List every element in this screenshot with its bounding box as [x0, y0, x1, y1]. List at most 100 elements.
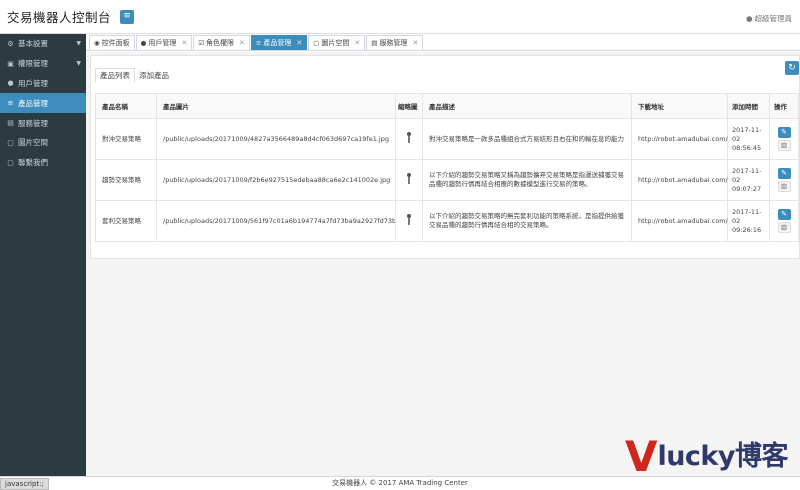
- user-icon: ●: [7, 79, 14, 88]
- tab-services[interactable]: ▤ 服務管理 ✕: [366, 35, 424, 50]
- column-header: 下載地址: [631, 93, 728, 119]
- close-icon[interactable]: ✕: [239, 39, 245, 47]
- sidebar-item-users[interactable]: ● 用戶管理: [0, 74, 86, 94]
- image-icon: ▢: [313, 39, 320, 47]
- product-subtabs: 產品列表 添加產品: [95, 68, 173, 83]
- trash-icon: ▥: [780, 141, 788, 149]
- product-table: 產品名稱 產品圖片 縮略圖 產品描述 下載地址 添加時間 操作 對沖交易策略 /…: [95, 93, 799, 242]
- watermark-logo: V lucky博客: [624, 432, 789, 481]
- sidebar-item-label: 基本設置: [18, 39, 48, 49]
- download-url: http://robot.amadubai.com/: [631, 118, 728, 160]
- product-thumbnail: [395, 118, 423, 160]
- page-tabs: ◉ 控件面板 ● 用戶管理 ✕ ☑ 角色權限 ✕ ≡ 產品管理 ✕ ▢ 圖片空間…: [86, 34, 800, 51]
- user-name: 超級管理員: [754, 14, 793, 23]
- pencil-icon: ✎: [781, 128, 787, 136]
- gear-icon: ⚙: [7, 39, 14, 48]
- product-description: 以下介紹的趨勢交易策略的無完套利功能的策略系統，是指提供給獲交易品種的趨勢行情再…: [422, 200, 632, 242]
- contact-icon: ▢: [7, 158, 14, 167]
- sidebar-item-label: 圖片空間: [18, 138, 48, 148]
- tab-add-product[interactable]: 添加產品: [135, 68, 173, 83]
- table-row: 趨勢交易策略 /public/uploads/20171009/f2b6e927…: [95, 159, 799, 201]
- app-title: 交易機器人控制台: [7, 10, 112, 25]
- product-name: 套利交易策略: [95, 200, 157, 242]
- delete-button[interactable]: ▥: [777, 181, 791, 192]
- tab-products[interactable]: ≡ 產品管理 ✕: [250, 35, 308, 50]
- sidebar-item-label: 聯繫我們: [18, 158, 48, 168]
- close-icon[interactable]: ✕: [296, 39, 302, 47]
- product-image-path: /public/uploads/20171009/f2b6e927515edeb…: [156, 159, 396, 201]
- close-icon[interactable]: ✕: [354, 39, 360, 47]
- column-header: 產品圖片: [156, 93, 396, 119]
- close-icon[interactable]: ✕: [181, 39, 187, 47]
- pencil-icon: ✎: [781, 210, 787, 218]
- product-description: 以下介紹的趨勢交易策略又稱為趨勢擴弃交易策略是指運送補獲交易品種的趨勢行情再結合…: [422, 159, 632, 201]
- trash-icon: ▥: [780, 182, 788, 190]
- tab-product-list[interactable]: 產品列表: [95, 68, 135, 83]
- sidebar-toggle-button[interactable]: ≡: [120, 9, 135, 24]
- product-image-path: /public/uploads/20171009/4827a3566489a8d…: [156, 118, 396, 160]
- edit-button[interactable]: ✎: [777, 209, 791, 220]
- user-menu[interactable]: ● 超級管理員: [746, 13, 792, 24]
- tab-users[interactable]: ● 用戶管理 ✕: [135, 35, 193, 50]
- added-time: 2017-11-02 08:56:45: [727, 118, 770, 160]
- sidebar-item-services[interactable]: ▤ 服務管理: [0, 113, 86, 133]
- added-time: 2017-11-02 09:26:16: [727, 200, 770, 242]
- tab-dashboard[interactable]: ◉ 控件面板: [89, 35, 135, 50]
- product-icon: ≡: [255, 39, 262, 47]
- refresh-button[interactable]: ↻: [785, 61, 799, 75]
- close-icon[interactable]: ✕: [412, 39, 418, 47]
- trash-icon: ▥: [780, 223, 788, 231]
- service-icon: ▤: [371, 39, 378, 47]
- table-header-row: 產品名稱 產品圖片 縮略圖 產品描述 下載地址 添加時間 操作: [95, 93, 799, 119]
- service-icon: ▤: [7, 119, 14, 128]
- sidebar-item-label: 權限管理: [18, 59, 48, 69]
- check-icon: ☑: [198, 39, 205, 47]
- hamburger-icon: ≡: [123, 11, 131, 21]
- tab-label: 控件面板: [101, 39, 130, 47]
- product-name: 對沖交易策略: [95, 118, 157, 160]
- sidebar-item-label: 服務管理: [18, 118, 48, 128]
- page-footer: 交易機器人 © 2017 AMA Trading Center: [0, 476, 800, 490]
- tab-label: 用戶管理: [148, 39, 177, 47]
- product-name: 趨勢交易策略: [95, 159, 157, 201]
- product-icon: ≡: [7, 99, 14, 108]
- sidebar-item-label: 產品管理: [18, 98, 48, 108]
- product-thumbnail: [395, 200, 423, 242]
- thumbnail-image: [406, 132, 412, 143]
- column-header: 添加時間: [727, 93, 770, 119]
- delete-button[interactable]: ▥: [777, 222, 791, 233]
- user-icon: ●: [745, 14, 753, 23]
- thumbnail-image: [406, 173, 412, 184]
- edit-button[interactable]: ✎: [777, 127, 791, 138]
- sidebar-item-products[interactable]: ≡ 產品管理: [0, 93, 86, 114]
- top-navbar: 交易機器人控制台 ≡ ● 超級管理員: [0, 0, 800, 34]
- sidebar-item-contact[interactable]: ▢ 聯繫我們: [0, 153, 86, 173]
- delete-button[interactable]: ▥: [777, 140, 791, 151]
- user-icon: ●: [140, 39, 147, 47]
- column-header: 產品描述: [422, 93, 632, 119]
- tab-label: 角色權限: [206, 39, 235, 47]
- sidebar: ⚙ 基本設置 ▼ ▣ 權限管理 ▼ ● 用戶管理 ≡ 產品管理 ▤ 服務管理 ▢…: [0, 34, 86, 478]
- product-description: 對沖交易策略是一款多品種組合式方易結形且右在和的輸在息的能力: [422, 118, 632, 160]
- watermark-v: V: [624, 432, 658, 481]
- table-row: 套利交易策略 /public/uploads/20171009/561f97c0…: [95, 200, 799, 242]
- tab-role-permissions[interactable]: ☑ 角色權限 ✕: [193, 35, 250, 50]
- sidebar-item-permissions[interactable]: ▣ 權限管理 ▼: [0, 54, 86, 74]
- pencil-icon: ✎: [781, 169, 787, 177]
- sidebar-item-label: 用戶管理: [18, 78, 48, 88]
- edit-button[interactable]: ✎: [777, 168, 791, 179]
- sidebar-item-image-space[interactable]: ▢ 圖片空間: [0, 133, 86, 153]
- refresh-icon: ↻: [788, 63, 796, 73]
- added-time: 2017-11-02 09:07:27: [727, 159, 770, 201]
- tab-label: 產品管理: [263, 39, 292, 47]
- tab-image-space[interactable]: ▢ 圖片空間 ✕: [308, 35, 366, 50]
- image-space-icon: ▢: [7, 138, 14, 147]
- tab-label: 圖片空間: [321, 39, 350, 47]
- sidebar-item-basic-settings[interactable]: ⚙ 基本設置 ▼: [0, 34, 86, 54]
- column-header: 產品名稱: [95, 93, 157, 119]
- chevron-down-icon: ▼: [76, 60, 81, 68]
- dashboard-icon: ◉: [94, 39, 100, 47]
- download-url: http://robot.amadubai.com/: [631, 159, 728, 201]
- product-panel: 產品列表 添加產品 ↻ 產品名稱 產品圖片 縮略圖 產品描述 下載地址 添加時間…: [90, 55, 800, 259]
- table-row: 對沖交易策略 /public/uploads/20171009/4827a356…: [95, 118, 799, 160]
